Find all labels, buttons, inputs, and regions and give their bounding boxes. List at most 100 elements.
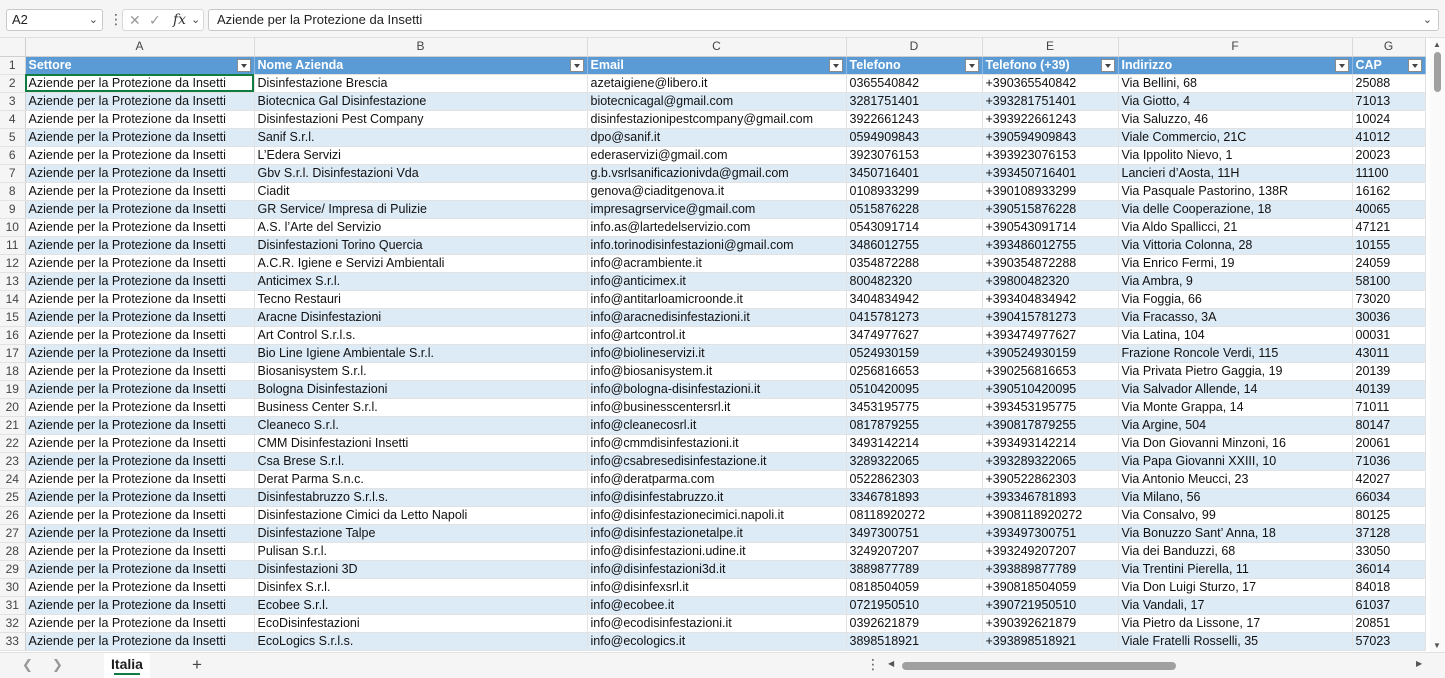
cell-nome-azienda[interactable]: Ecobee S.r.l. [254,596,588,615]
cell-settore[interactable]: Aziende per la Protezione da Insetti [25,362,255,381]
cell-telefono-39[interactable]: +393249207207 [982,542,1119,561]
row-number[interactable]: 26 [0,506,26,525]
column-header-g[interactable]: G [1352,38,1426,57]
cell-settore[interactable]: Aziende per la Protezione da Insetti [25,290,255,309]
filter-dropdown-icon[interactable] [236,58,251,72]
cell-email[interactable]: genova@ciaditgenova.it [587,182,847,201]
row-number[interactable]: 8 [0,182,26,201]
cell-indirizzo[interactable]: Via Aldo Spallicci, 21 [1118,218,1353,237]
cell-nome-azienda[interactable]: Disinfestabruzzo S.r.l.s. [254,488,588,507]
cell-email[interactable]: info@ecodisinfestazioni.it [587,614,847,633]
row-number[interactable]: 11 [0,236,26,255]
filter-dropdown-icon[interactable] [964,58,979,72]
cell-telefono[interactable]: 0817879255 [846,416,983,435]
row-number[interactable]: 6 [0,146,26,165]
cell-telefono[interactable]: 0543091714 [846,218,983,237]
column-header-d[interactable]: D [846,38,983,57]
cell-indirizzo[interactable]: Via Papa Giovanni XXIII, 10 [1118,452,1353,471]
row-number[interactable]: 27 [0,524,26,543]
cell-cap[interactable]: 25088 [1352,74,1426,93]
cell-settore[interactable]: Aziende per la Protezione da Insetti [25,632,255,651]
cell-cap[interactable]: 41012 [1352,128,1426,147]
cell-indirizzo[interactable]: Via Bellini, 68 [1118,74,1353,93]
row-number[interactable]: 24 [0,470,26,489]
cell-settore[interactable]: Aziende per la Protezione da Insetti [25,74,255,93]
cell-nome-azienda[interactable]: Biotecnica Gal Disinfestazione [254,92,588,111]
cell-telefono-39[interactable]: +393486012755 [982,236,1119,255]
cell-indirizzo[interactable]: Lancieri d’Aosta, 11H [1118,164,1353,183]
cell-settore[interactable]: Aziende per la Protezione da Insetti [25,560,255,579]
cell-email[interactable]: dpo@sanif.it [587,128,847,147]
cell-email[interactable]: biotecnicagal@gmail.com [587,92,847,111]
select-all-corner[interactable] [0,38,26,57]
cell-telefono[interactable]: 3922661243 [846,110,983,129]
cell-telefono[interactable]: 800482320 [846,272,983,291]
cell-nome-azienda[interactable]: GR Service/ Impresa di Pulizie [254,200,588,219]
cell-email[interactable]: info@cmmdisinfestazioni.it [587,434,847,453]
cell-nome-azienda[interactable]: Disinfestazione Cimici da Letto Napoli [254,506,588,525]
cell-settore[interactable]: Aziende per la Protezione da Insetti [25,218,255,237]
cell-indirizzo[interactable]: Via Foggia, 66 [1118,290,1353,309]
cell-cap[interactable]: 20061 [1352,434,1426,453]
column-header-a[interactable]: A [25,38,255,57]
header-cell-telefono[interactable]: Telefono [846,56,983,75]
cell-nome-azienda[interactable]: CMM Disinfestazioni Insetti [254,434,588,453]
cell-email[interactable]: info@ecobee.it [587,596,847,615]
cell-cap[interactable]: 10024 [1352,110,1426,129]
cell-nome-azienda[interactable]: A.S. l’Arte del Servizio [254,218,588,237]
cell-indirizzo[interactable]: Viale Commercio, 21C [1118,128,1353,147]
cell-email[interactable]: info@biosanisystem.it [587,362,847,381]
cell-nome-azienda[interactable]: Bio Line Igiene Ambientale S.r.l. [254,344,588,363]
row-number[interactable]: 12 [0,254,26,273]
row-number[interactable]: 18 [0,362,26,381]
cell-cap[interactable]: 71036 [1352,452,1426,471]
header-cell-cap[interactable]: CAP [1352,56,1426,75]
cell-settore[interactable]: Aziende per la Protezione da Insetti [25,344,255,363]
cell-nome-azienda[interactable]: Disinfestazioni 3D [254,560,588,579]
cell-email[interactable]: info@disinfestabruzzo.it [587,488,847,507]
cell-settore[interactable]: Aziende per la Protezione da Insetti [25,596,255,615]
cell-telefono[interactable]: 0415781273 [846,308,983,327]
cell-nome-azienda[interactable]: Aracne Disinfestazioni [254,308,588,327]
cell-cap[interactable]: 10155 [1352,236,1426,255]
column-header-b[interactable]: B [254,38,588,57]
previous-sheet-icon[interactable]: ❮ [22,657,33,673]
row-number[interactable]: 5 [0,128,26,147]
filter-dropdown-icon[interactable] [1100,58,1115,72]
more-options-icon[interactable]: ⋮ [866,656,880,673]
cell-cap[interactable]: 40139 [1352,380,1426,399]
filter-dropdown-icon[interactable] [1334,58,1349,72]
check-icon[interactable]: ✓ [149,10,161,30]
cell-indirizzo[interactable]: Via Vandali, 17 [1118,596,1353,615]
cell-cap[interactable]: 84018 [1352,578,1426,597]
vertical-scroll-thumb[interactable] [1434,52,1441,92]
cell-telefono-39[interactable]: +390594909843 [982,128,1119,147]
cell-nome-azienda[interactable]: Disinfestazione Brescia [254,74,588,93]
cell-cap[interactable]: 16162 [1352,182,1426,201]
cell-cap[interactable]: 42027 [1352,470,1426,489]
chevron-down-icon[interactable]: ⌄ [89,10,98,30]
cell-nome-azienda[interactable]: Bologna Disinfestazioni [254,380,588,399]
cell-telefono-39[interactable]: +390256816653 [982,362,1119,381]
cell-telefono[interactable]: 3493142214 [846,434,983,453]
add-sheet-icon[interactable]: + [192,655,202,675]
cell-nome-azienda[interactable]: Disinfestazioni Torino Quercia [254,236,588,255]
cell-settore[interactable]: Aziende per la Protezione da Insetti [25,452,255,471]
cell-email[interactable]: info@csabresedisinfestazione.it [587,452,847,471]
cell-indirizzo[interactable]: Via Ippolito Nievo, 1 [1118,146,1353,165]
cell-email[interactable]: info@anticimex.it [587,272,847,291]
cell-telefono-39[interactable]: +393898518921 [982,632,1119,651]
cell-nome-azienda[interactable]: Pulisan S.r.l. [254,542,588,561]
row-number[interactable]: 16 [0,326,26,345]
cell-telefono-39[interactable]: +3908118920272 [982,506,1119,525]
cell-cap[interactable]: 24059 [1352,254,1426,273]
cell-email[interactable]: info@disinfexsrl.it [587,578,847,597]
cell-nome-azienda[interactable]: Tecno Restauri [254,290,588,309]
row-number[interactable]: 15 [0,308,26,327]
cell-telefono[interactable]: 0522862303 [846,470,983,489]
cell-email[interactable]: disinfestazionipestcompany@gmail.com [587,110,847,129]
cell-indirizzo[interactable]: Via Monte Grappa, 14 [1118,398,1353,417]
cell-nome-azienda[interactable]: Business Center S.r.l. [254,398,588,417]
cell-telefono-39[interactable]: +393281751401 [982,92,1119,111]
cell-indirizzo[interactable]: Via Antonio Meucci, 23 [1118,470,1353,489]
